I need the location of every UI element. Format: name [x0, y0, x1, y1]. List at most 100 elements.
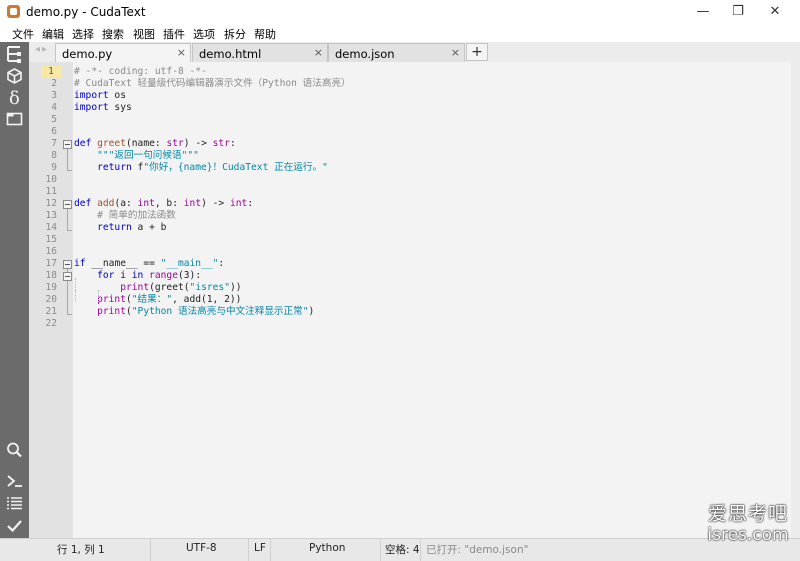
line-number[interactable]: 11	[29, 186, 57, 198]
code-line[interactable]: def greet(name: str) -> str:	[74, 138, 236, 150]
tab-demo-json[interactable]: demo.json ×	[328, 43, 465, 62]
code-line[interactable]: def add(a: int, b: int) -> int:	[74, 198, 253, 210]
line-number[interactable]: 22	[29, 318, 57, 330]
menu-split[interactable]: 拆分	[224, 26, 246, 42]
line-number[interactable]: 19	[29, 282, 57, 294]
status-lexer[interactable]: Python	[309, 542, 345, 554]
status-caret-position[interactable]: 行 1, 列 1	[57, 542, 105, 557]
fold-toggle-icon[interactable]	[63, 272, 72, 281]
tab-scroll-arrows[interactable]: ◂▸	[35, 44, 49, 55]
restore-button[interactable]: ❐	[721, 0, 755, 24]
tab-close-icon[interactable]: ×	[451, 46, 460, 59]
menu-edit[interactable]: 编辑	[42, 26, 64, 42]
snippets-delta-icon[interactable]: δ	[4, 87, 25, 109]
tab-demo-py[interactable]: demo.py ×	[55, 43, 191, 63]
menu-search[interactable]: 搜索	[102, 26, 124, 42]
status-separator	[420, 539, 421, 561]
token-builtin: print	[97, 306, 126, 317]
token-string: "你好，{name}！CudaText 正在运行。"	[143, 162, 328, 173]
add-tab-button[interactable]: +	[466, 43, 488, 61]
fold-toggle-icon[interactable]	[63, 140, 72, 149]
code-line[interactable]: print("Python 语法高亮与中文注释显示正常")	[74, 306, 314, 318]
close-button[interactable]: ✕	[758, 0, 792, 24]
token-plain: ) ->	[201, 198, 230, 209]
fold-toggle-icon[interactable]	[63, 200, 72, 209]
token-plain: sys	[108, 102, 132, 113]
code-line[interactable]: for i in range(3):	[74, 270, 201, 282]
line-number[interactable]: 12	[29, 198, 57, 210]
line-number[interactable]: 9	[29, 162, 57, 174]
tab-demo-html[interactable]: demo.html ×	[192, 43, 328, 62]
tab-label: demo.json	[335, 47, 395, 61]
line-number[interactable]: 7	[29, 138, 57, 150]
code-line[interactable]: # 简单的加法函数	[74, 210, 176, 222]
token-string: "__main__"	[160, 258, 219, 269]
menu-select[interactable]: 选择	[72, 26, 94, 42]
output-list-icon[interactable]	[4, 493, 25, 513]
menu-help[interactable]: 帮助	[254, 26, 276, 42]
status-encoding[interactable]: UTF-8	[186, 542, 217, 554]
token-string: "结果："	[131, 294, 173, 305]
line-number[interactable]: 5	[29, 114, 57, 126]
token-plain: os	[108, 90, 126, 101]
validate-check-icon[interactable]	[4, 516, 25, 536]
tabs-panel-icon[interactable]	[4, 109, 25, 129]
token-func: greet	[97, 138, 126, 149]
indent-guide	[98, 290, 99, 302]
token-plain: i	[114, 270, 132, 281]
code-line[interactable]: # CudaText 轻量级代码编辑器演示文件（Python 语法高亮）	[74, 78, 351, 90]
code-line[interactable]: print(greet("isres"))	[74, 282, 241, 294]
line-number[interactable]: 2	[29, 78, 57, 90]
menu-view[interactable]: 视图	[133, 26, 155, 42]
line-number[interactable]: 20	[29, 294, 57, 306]
line-number[interactable]: 15	[29, 234, 57, 246]
code-tree-icon[interactable]	[4, 66, 25, 86]
code-line[interactable]: return a + b	[74, 222, 166, 234]
line-number[interactable]: 1	[41, 66, 61, 78]
code-editor[interactable]: # -*- coding: utf-8 -*- # CudaText 轻量级代码编…	[73, 62, 791, 538]
line-number-gutter[interactable]: 1 2 3 4 5 6 7 8 9 10 11 12 13 14 15 16 17 18 19 20 21 22	[29, 62, 73, 538]
token-builtin: str	[166, 138, 184, 149]
code-line[interactable]: import sys	[74, 102, 132, 114]
code-line[interactable]: # -*- coding: utf-8 -*-	[74, 66, 207, 78]
tab-bar: ◂▸ demo.py × demo.html × demo.json × +	[29, 42, 800, 63]
line-number[interactable]: 18	[29, 270, 57, 282]
menu-file[interactable]: 文件	[12, 26, 34, 42]
menu-options[interactable]: 选项	[193, 26, 215, 42]
tab-close-icon[interactable]: ×	[177, 46, 186, 59]
line-number[interactable]: 4	[29, 102, 57, 114]
line-number[interactable]: 3	[29, 90, 57, 102]
status-line-ending[interactable]: LF	[254, 542, 266, 554]
menu-plugins[interactable]: 插件	[163, 26, 185, 42]
console-icon[interactable]	[4, 471, 25, 491]
status-separator	[380, 539, 381, 561]
token-string: """返回一句问候语"""	[97, 150, 199, 161]
code-line[interactable]: import os	[74, 90, 126, 102]
line-number[interactable]: 10	[29, 174, 57, 186]
search-icon[interactable]	[4, 440, 25, 460]
line-number[interactable]: 13	[29, 210, 57, 222]
fold-toggle-icon[interactable]	[63, 260, 72, 269]
minimize-button[interactable]: —	[686, 0, 720, 24]
line-number[interactable]: 14	[29, 222, 57, 234]
line-number[interactable]: 17	[29, 258, 57, 270]
line-number[interactable]: 21	[29, 306, 57, 318]
code-line[interactable]: if __name__ == "__main__":	[74, 258, 224, 270]
fold-range-end	[67, 170, 72, 171]
tab-close-icon[interactable]: ×	[314, 46, 323, 59]
line-number[interactable]: 6	[29, 126, 57, 138]
code-line[interactable]: """返回一句问候语"""	[74, 150, 199, 162]
status-indent[interactable]: 空格: 4	[385, 542, 420, 557]
code-line[interactable]: print("结果：", add(1, 2))	[74, 294, 241, 306]
token-kw: import	[74, 102, 109, 113]
line-number[interactable]: 16	[29, 246, 57, 258]
fold-range-end	[67, 230, 72, 231]
vertical-scrollbar[interactable]	[791, 62, 800, 538]
indent-guide	[75, 290, 76, 302]
line-number[interactable]: 8	[29, 150, 57, 162]
code-line[interactable]: return f"你好，{name}！CudaText 正在运行。"	[74, 162, 328, 174]
token-comment: # CudaText 轻量级代码编辑器演示文件（Python 语法高亮）	[74, 78, 351, 89]
tree-icon[interactable]	[4, 44, 25, 64]
